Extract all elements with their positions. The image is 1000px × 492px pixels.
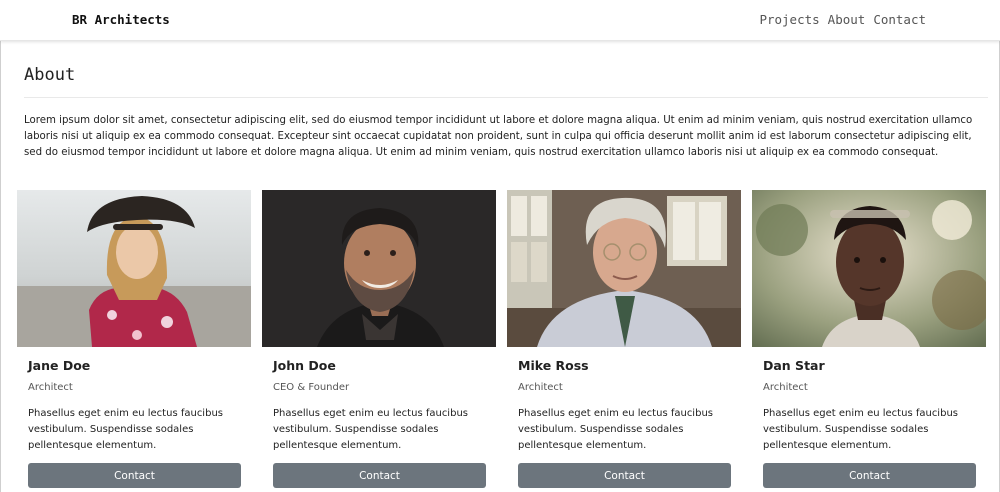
portrait-image — [507, 190, 741, 347]
member-role: Architect — [518, 382, 563, 393]
member-role: CEO & Founder — [273, 382, 350, 393]
portrait-image — [17, 190, 251, 347]
member-description: Phasellus eget enim eu lectus faucibus v… — [763, 408, 958, 451]
nav-link-contact[interactable]: Contact — [873, 12, 926, 27]
nav-link-about[interactable]: About — [828, 12, 866, 27]
about-section: About Lorem ipsum dolor sit amet, consec… — [24, 65, 988, 161]
member-name: John Doe — [273, 358, 336, 373]
about-title: About — [24, 65, 988, 98]
member-name: Mike Ross — [518, 358, 589, 373]
team-cards: Jane Doe Architect Phasellus eget enim e… — [17, 190, 988, 492]
contact-button[interactable]: Contact — [273, 463, 486, 488]
member-role: Architect — [763, 382, 808, 393]
member-name: Dan Star — [763, 358, 825, 373]
team-photo — [17, 190, 251, 347]
contact-button[interactable]: Contact — [518, 463, 731, 488]
member-description: Phasellus eget enim eu lectus faucibus v… — [273, 408, 468, 451]
team-card: Dan Star Architect Phasellus eget enim e… — [752, 190, 986, 492]
portrait-image — [752, 190, 986, 347]
contact-button[interactable]: Contact — [763, 463, 976, 488]
nav-link-projects[interactable]: Projects — [759, 12, 819, 27]
team-card: Mike Ross Architect Phasellus eget enim … — [507, 190, 741, 492]
team-card: Jane Doe Architect Phasellus eget enim e… — [17, 190, 251, 492]
member-name: Jane Doe — [28, 358, 91, 373]
nav-links: Projects About Contact — [759, 12, 926, 27]
member-role: Architect — [28, 382, 73, 393]
contact-button[interactable]: Contact — [28, 463, 241, 488]
brand-logo[interactable]: BR Architects — [72, 12, 170, 27]
about-text: Lorem ipsum dolor sit amet, consectetur … — [24, 115, 973, 158]
member-description: Phasellus eget enim eu lectus faucibus v… — [518, 408, 713, 451]
portrait-image — [262, 190, 496, 347]
member-description: Phasellus eget enim eu lectus faucibus v… — [28, 408, 223, 451]
team-photo — [262, 190, 496, 347]
team-photo — [752, 190, 986, 347]
team-card: John Doe CEO & Founder Phasellus eget en… — [262, 190, 496, 492]
team-photo — [507, 190, 741, 347]
top-navbar: BR Architects Projects About Contact — [0, 0, 1000, 41]
